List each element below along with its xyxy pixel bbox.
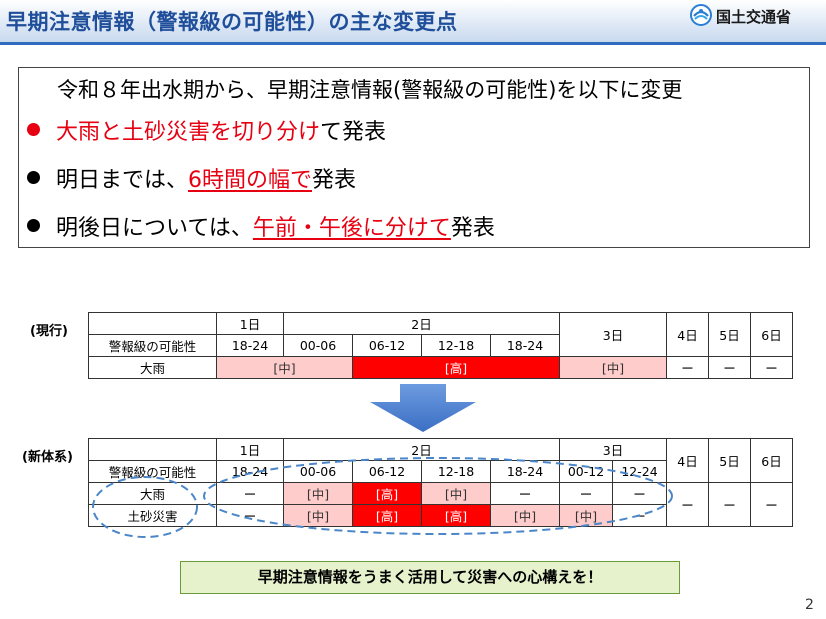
bullet-item-ampm: 明後日については、午前・午後に分けて発表: [27, 210, 495, 242]
page-number: 2: [805, 597, 814, 613]
day-header: 4日: [666, 312, 710, 357]
level-cell-none: ー: [750, 482, 794, 527]
organization-name: 国土交通省: [716, 8, 792, 26]
day-header: 1日: [216, 312, 284, 335]
day-header: 6日: [750, 312, 794, 357]
bullet-text: 明日までは、: [56, 168, 189, 193]
day-header: 6日: [750, 438, 794, 483]
bullet-emphasis: 大雨と土砂災害を切り分け: [56, 120, 321, 145]
level-cell-high: [高]: [421, 504, 491, 527]
header-divider: [0, 42, 826, 45]
level-cell-none: ー: [216, 504, 284, 527]
level-cell-mid: [中]: [216, 356, 353, 379]
slide-title: 早期注意情報（警報級の可能性）の主な変更点: [6, 10, 458, 34]
day-header: 1日: [216, 438, 284, 461]
time-header: 00-06: [283, 334, 353, 357]
bullet-text: 発表: [312, 168, 357, 193]
level-cell-none: ー: [708, 356, 752, 379]
time-header: 18-24: [489, 334, 561, 357]
level-cell-high: [高]: [351, 356, 561, 379]
bullet-dot-icon: [27, 219, 40, 232]
call-to-action-banner: 早期注意情報をうまく活用して災害への心構えを！: [180, 561, 680, 594]
bullet-item-split: 大雨と土砂災害を切り分けて発表: [27, 114, 386, 146]
level-cell-none: ー: [708, 482, 752, 527]
summary-lead-text: 令和８年出水期から、早期注意情報(警報級の可能性)を以下に変更: [57, 78, 683, 102]
day-header: 5日: [708, 312, 752, 357]
mlit-logo-icon: [690, 4, 712, 26]
day-header: 2日: [282, 438, 561, 461]
bullet-text: 発表: [450, 216, 495, 241]
time-header: 00-12: [559, 460, 614, 483]
bullet-text: て発表: [320, 120, 387, 145]
row-header: 土砂災害: [88, 504, 217, 527]
level-cell-mid: [中]: [283, 482, 353, 505]
time-header: 06-12: [352, 334, 422, 357]
time-header: 12-24: [612, 460, 668, 483]
row-header: 大雨: [88, 356, 217, 379]
level-cell-none: ー: [750, 356, 794, 379]
level-cell-high: [高]: [352, 482, 422, 505]
summary-box: 令和８年出水期から、早期注意情報(警報級の可能性)を以下に変更 大雨と土砂災害を…: [18, 67, 810, 248]
new-forecast-table: 1日 2日 3日 4日 5日 6日 警報級の可能性 18-24 00-06 06…: [88, 438, 794, 527]
time-header: 06-12: [352, 460, 422, 483]
time-header: 12-18: [421, 460, 491, 483]
table-corner-cell: [88, 438, 217, 461]
level-cell-mid: [中]: [559, 356, 668, 379]
level-cell-none: ー: [559, 482, 614, 505]
level-cell-none: ー: [489, 482, 561, 505]
current-forecast-table: 1日 2日 3日 4日 5日 6日 警報級の可能性 18-24 00-06 06…: [88, 312, 794, 379]
level-cell-mid: [中]: [421, 482, 491, 505]
level-cell-none: ー: [216, 482, 284, 505]
day-header: 2日: [282, 312, 561, 335]
time-header: 18-24: [216, 460, 284, 483]
slide-header: 早期注意情報（警報級の可能性）の主な変更点 国土交通省: [0, 0, 826, 42]
time-header: 18-24: [216, 334, 284, 357]
level-cell-mid: [中]: [489, 504, 561, 527]
bullet-text: 明後日については、: [56, 216, 253, 241]
day-header: 3日: [559, 312, 668, 357]
bullet-emphasis: 6時間の幅で: [188, 168, 313, 193]
level-cell-none: ー: [612, 504, 668, 527]
bullet-emphasis: 午前・午後に分けて: [252, 216, 451, 241]
table-corner-cell: [88, 312, 217, 335]
time-header: 18-24: [489, 460, 561, 483]
day-header: 4日: [666, 438, 710, 483]
row-header: 大雨: [88, 482, 217, 505]
level-cell-none: ー: [666, 482, 710, 527]
time-header: 00-06: [283, 460, 353, 483]
row-header: 警報級の可能性: [88, 334, 217, 357]
current-table-label: (現行): [30, 324, 68, 339]
time-header: 12-18: [421, 334, 491, 357]
level-cell-mid: [中]: [559, 504, 614, 527]
day-header: 5日: [708, 438, 752, 483]
bullet-dot-icon: [27, 123, 40, 136]
level-cell-high: [高]: [352, 504, 422, 527]
day-header: 3日: [559, 438, 668, 461]
new-table-label: (新体系): [22, 450, 73, 465]
down-arrow-icon: [370, 384, 476, 432]
bullet-dot-icon: [27, 171, 40, 184]
level-cell-mid: [中]: [283, 504, 353, 527]
level-cell-none: ー: [666, 356, 710, 379]
level-cell-none: ー: [612, 482, 668, 505]
row-header: 警報級の可能性: [88, 460, 217, 483]
bullet-item-6hour: 明日までは、6時間の幅で発表: [27, 162, 356, 194]
